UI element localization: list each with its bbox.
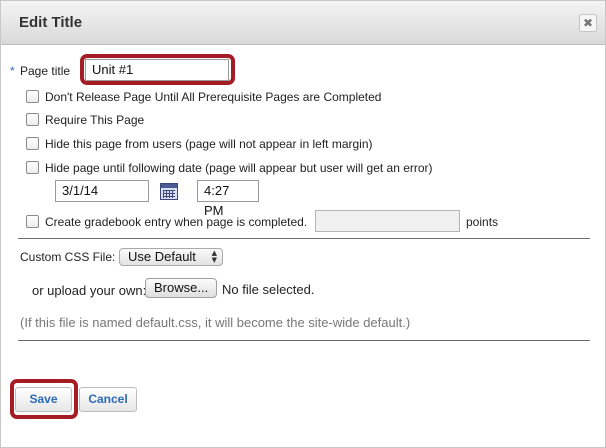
dialog-titlebar: Edit Title ✖ <box>1 1 605 45</box>
hide-page-checkbox[interactable] <box>26 137 39 150</box>
gradebook-checkbox[interactable] <box>26 215 39 228</box>
css-note: (If this file is named default.css, it w… <box>20 315 411 330</box>
custom-css-label: Custom CSS File: <box>20 250 116 264</box>
custom-css-select[interactable]: Use Default ▲ ▼ <box>119 248 223 266</box>
prerequisite-checkbox[interactable] <box>26 90 39 103</box>
hide-until-date-label: Hide page until following date (page wil… <box>45 161 433 175</box>
hide-page-label: Hide this page from users (page will not… <box>45 137 373 151</box>
select-arrows-icon: ▲ ▼ <box>211 249 217 264</box>
file-status: No file selected. <box>222 282 315 297</box>
release-date-input[interactable]: 3/1/14 <box>55 180 149 202</box>
cancel-button[interactable]: Cancel <box>79 387 137 412</box>
require-page-label: Require This Page <box>45 113 145 127</box>
dialog-title: Edit Title <box>19 14 83 31</box>
prerequisite-label: Don't Release Page Until All Prerequisit… <box>45 90 382 104</box>
close-icon[interactable]: ✖ <box>579 14 597 32</box>
page-title-input[interactable]: Unit #1 <box>85 59 229 81</box>
divider-bottom <box>18 340 590 341</box>
save-button[interactable]: Save <box>15 387 72 412</box>
browse-button[interactable]: Browse... <box>145 278 218 298</box>
page-title-label: Page title <box>20 64 71 78</box>
edit-title-dialog: Edit Title ✖ * Page title Unit #1 Don't … <box>0 0 606 448</box>
gradebook-label: Create gradebook entry when page is comp… <box>45 215 308 229</box>
upload-label: or upload your own: <box>32 283 147 298</box>
required-marker: * <box>10 64 15 78</box>
require-page-checkbox[interactable] <box>26 113 39 126</box>
gradebook-points-input[interactable] <box>315 210 460 232</box>
divider-top <box>18 238 590 239</box>
hide-until-date-checkbox[interactable] <box>26 161 39 174</box>
calendar-icon[interactable] <box>160 183 178 200</box>
release-time-input[interactable]: 4:27 PM <box>197 180 259 218</box>
custom-css-selected: Use Default <box>128 249 196 264</box>
points-label: points <box>466 215 499 229</box>
